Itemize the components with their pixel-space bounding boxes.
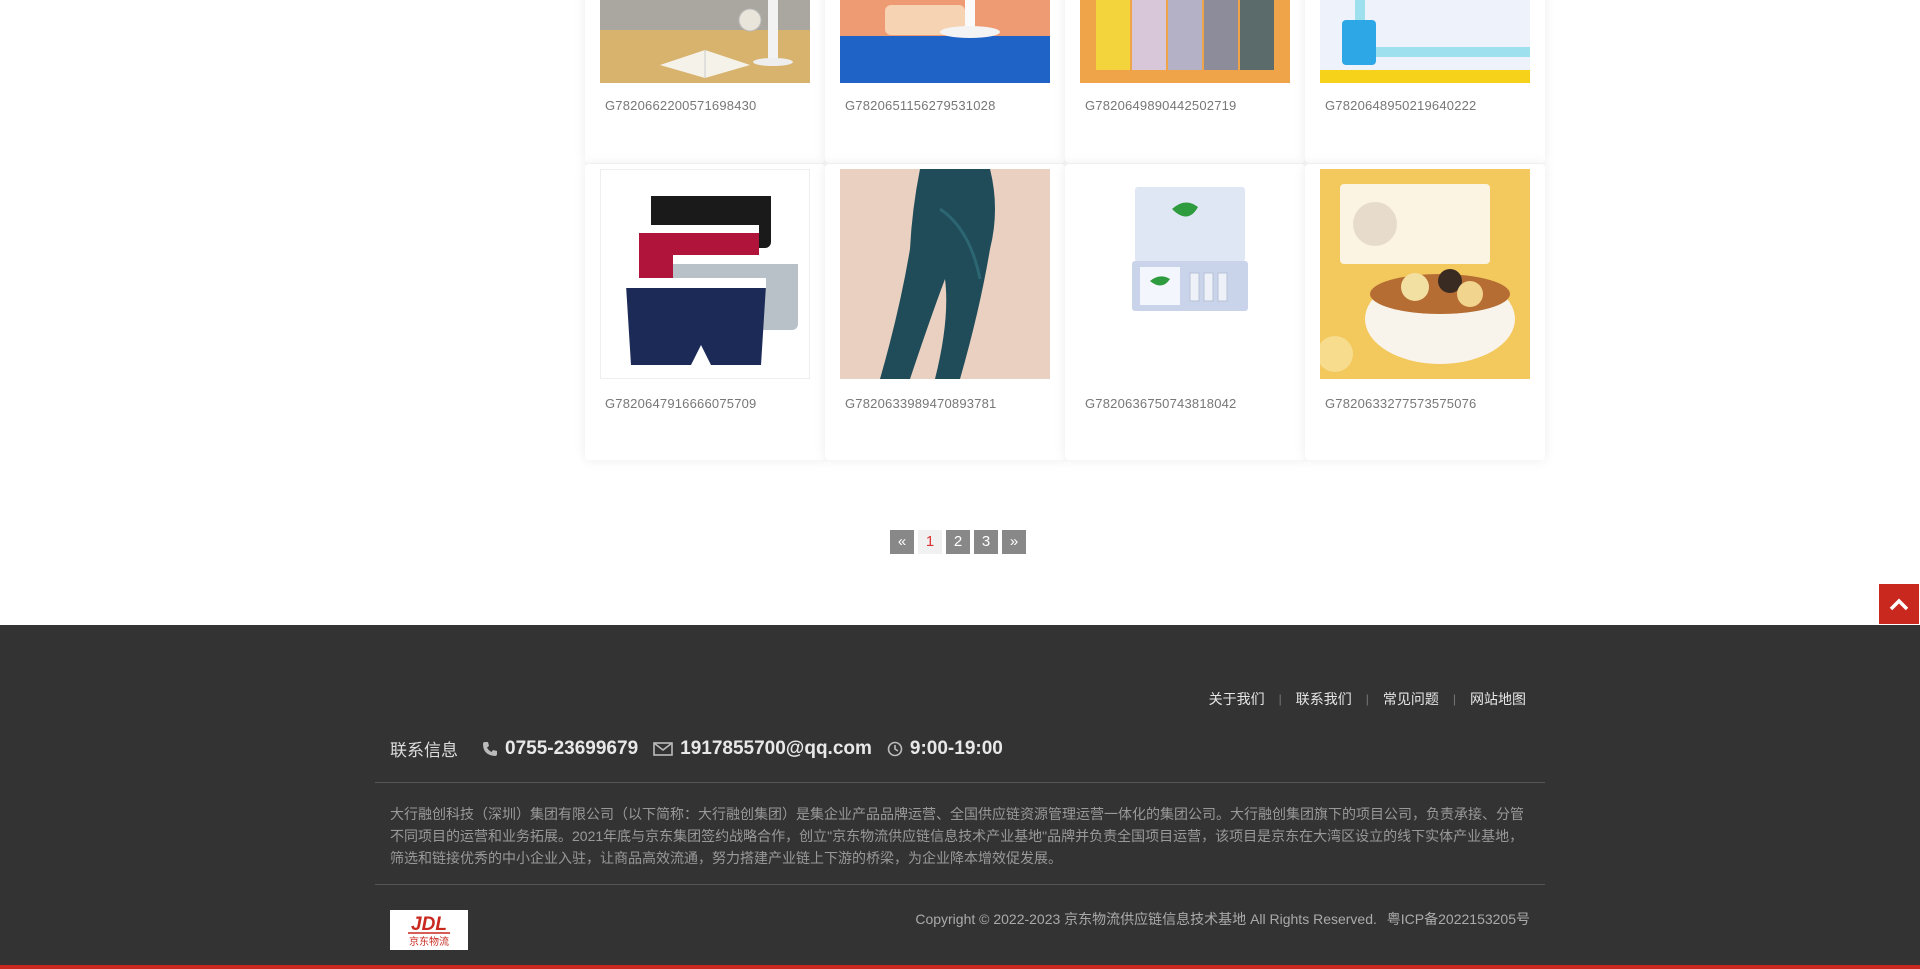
company-description: 大行融创科技（深圳）集团有限公司（以下简称：大行融创集团）是集企业产品品牌运营、… bbox=[390, 806, 1524, 866]
divider: | bbox=[1278, 692, 1282, 706]
phone-icon bbox=[483, 741, 497, 756]
footer-link-sitemap[interactable]: 网站地图 bbox=[1470, 689, 1526, 709]
product-list-section: G7820662200571698430 G782065115627953102… bbox=[0, 0, 1920, 625]
jdl-logo[interactable]: JDL 京东物流 bbox=[390, 910, 468, 950]
footer-link-contact[interactable]: 联系我们 bbox=[1296, 689, 1352, 709]
product-image[interactable] bbox=[1080, 0, 1290, 83]
product-code[interactable]: G7820648950219640222 bbox=[1325, 98, 1476, 113]
footer-accent-bar bbox=[0, 965, 1920, 969]
product-code[interactable]: G7820649890442502719 bbox=[1085, 98, 1236, 113]
page-3-button[interactable]: 3 bbox=[974, 530, 998, 554]
logo-subtext: 京东物流 bbox=[409, 935, 449, 948]
back-to-top-button[interactable] bbox=[1879, 584, 1919, 624]
product-card[interactable]: G7820649890442502719 bbox=[1065, 0, 1305, 163]
product-card[interactable]: G7820636750743818042 bbox=[1065, 164, 1305, 460]
product-image[interactable] bbox=[840, 0, 1050, 83]
product-card[interactable]: G7820651156279531028 bbox=[825, 0, 1065, 163]
product-code[interactable]: G7820647916666075709 bbox=[605, 396, 756, 411]
pagination: « 1 2 3 » bbox=[890, 530, 1026, 554]
product-card[interactable]: G7820648950219640222 bbox=[1305, 0, 1545, 163]
clock-icon bbox=[887, 741, 903, 756]
hours-info: 9:00-19:00 bbox=[887, 738, 1003, 760]
phone-number: 0755-23699679 bbox=[505, 737, 639, 759]
product-code[interactable]: G7820651156279531028 bbox=[845, 98, 996, 113]
divider bbox=[375, 782, 1545, 783]
product-image[interactable] bbox=[1320, 0, 1530, 83]
business-hours: 9:00-19:00 bbox=[909, 737, 1003, 759]
phone-info: 0755-23699679 bbox=[482, 738, 638, 760]
logo-mark: JDL bbox=[411, 914, 447, 935]
prev-page-button[interactable]: « bbox=[890, 530, 914, 554]
product-card[interactable]: G7820633277573575076 bbox=[1305, 164, 1545, 460]
product-card[interactable]: G7820662200571698430 bbox=[585, 0, 825, 163]
divider: | bbox=[1365, 692, 1369, 706]
product-code[interactable]: G7820633989470893781 bbox=[845, 396, 996, 411]
email-info: 1917855700@qq.com bbox=[653, 738, 872, 760]
page-2-button[interactable]: 2 bbox=[946, 530, 970, 554]
page-1-button[interactable]: 1 bbox=[918, 530, 942, 554]
next-page-button[interactable]: » bbox=[1002, 530, 1026, 554]
product-image[interactable] bbox=[1080, 169, 1290, 379]
footer-link-faq[interactable]: 常见问题 bbox=[1383, 689, 1439, 709]
divider bbox=[375, 884, 1545, 885]
contact-info: 联系信息 0755-23699679 1917855700@qq.com 9:0… bbox=[390, 736, 1018, 761]
copyright: Copyright © 2022-2023 京东物流供应链信息技术基地 All … bbox=[915, 909, 1530, 929]
contact-label: 联系信息 bbox=[390, 741, 458, 760]
footer-links: 关于我们 | 联系我们 | 常见问题 | 网站地图 bbox=[1209, 689, 1526, 709]
product-code[interactable]: G7820633277573575076 bbox=[1325, 396, 1476, 411]
email-icon bbox=[653, 741, 673, 756]
product-code[interactable]: G7820662200571698430 bbox=[605, 98, 756, 113]
product-card[interactable]: G7820633989470893781 bbox=[825, 164, 1065, 460]
product-image[interactable] bbox=[600, 0, 810, 83]
email-address: 1917855700@qq.com bbox=[680, 737, 872, 759]
product-image[interactable] bbox=[1320, 169, 1530, 379]
site-footer: 关于我们 | 联系我们 | 常见问题 | 网站地图 联系信息 0755-2369… bbox=[0, 625, 1920, 969]
copyright-text: Copyright © 2022-2023 京东物流供应链信息技术基地 All … bbox=[915, 911, 1377, 927]
product-card[interactable]: G7820647916666075709 bbox=[585, 164, 825, 460]
footer-link-about[interactable]: 关于我们 bbox=[1209, 689, 1265, 709]
product-code[interactable]: G7820636750743818042 bbox=[1085, 396, 1236, 411]
icp-link[interactable]: 粤ICP备2022153205号 bbox=[1387, 911, 1530, 927]
chevron-up-icon bbox=[1889, 598, 1909, 611]
product-image[interactable] bbox=[840, 169, 1050, 379]
divider: | bbox=[1452, 692, 1456, 706]
product-image[interactable] bbox=[600, 169, 810, 379]
